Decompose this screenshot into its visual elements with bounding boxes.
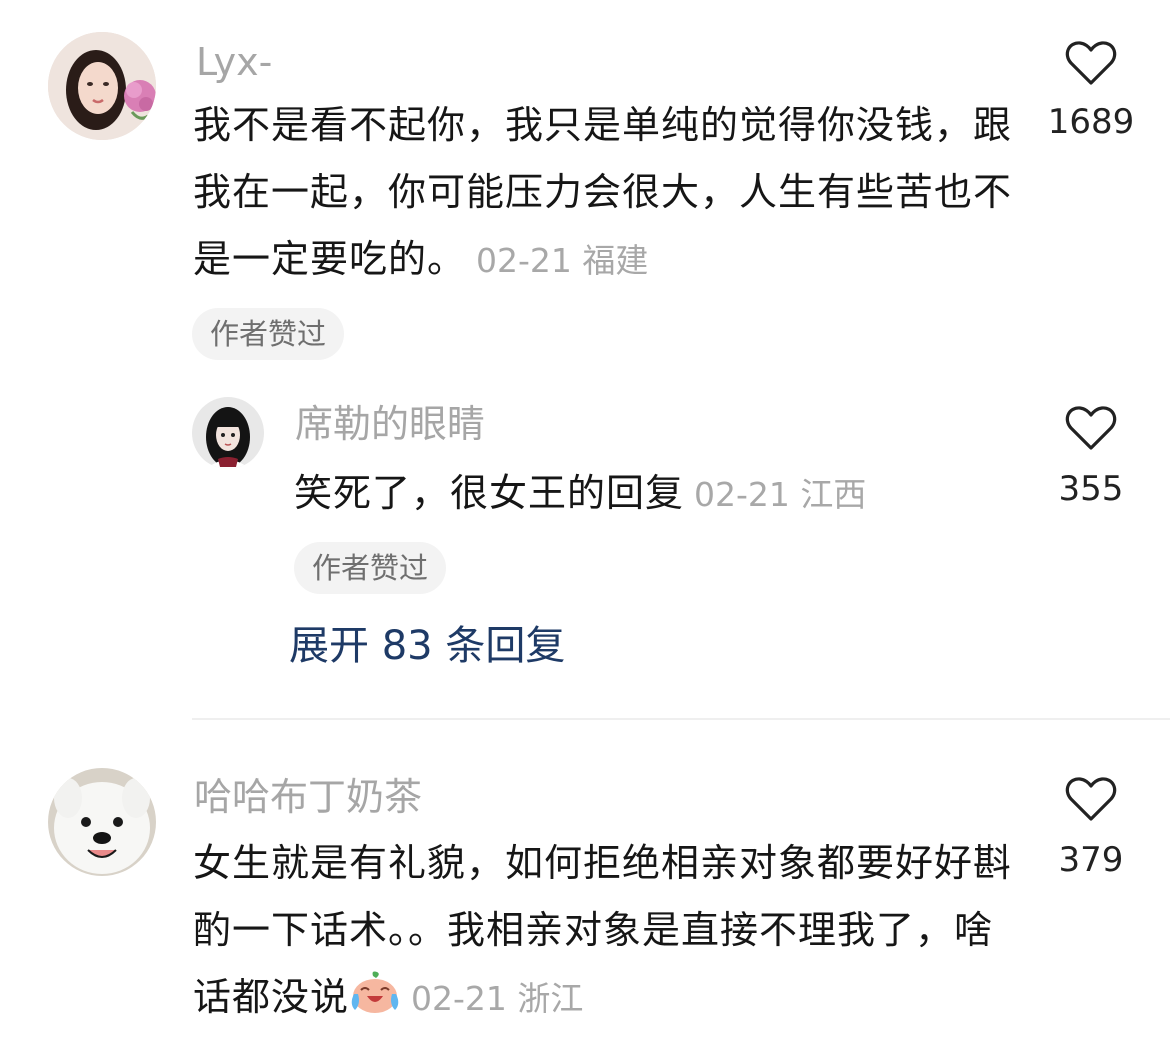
reply-like-count: 355 bbox=[1058, 469, 1124, 509]
comment-location: 福建 bbox=[582, 241, 649, 280]
reply-like-button[interactable]: 355 bbox=[1031, 405, 1151, 509]
reply-author-liked-badge: 作者赞过 bbox=[294, 542, 447, 594]
avatar[interactable] bbox=[48, 768, 156, 876]
reply-avatar-image bbox=[192, 397, 264, 469]
heart-outline-icon bbox=[1065, 41, 1117, 85]
comment-meta: 02-21 浙江 bbox=[411, 979, 583, 1018]
heart-outline-icon bbox=[1065, 777, 1117, 821]
heart-outline-icon bbox=[1065, 406, 1117, 450]
avatar-image bbox=[48, 768, 156, 876]
comment-location: 浙江 bbox=[517, 979, 584, 1018]
reply-meta: 02-21 江西 bbox=[694, 475, 866, 514]
like-count: 379 bbox=[1058, 840, 1124, 880]
reply-username[interactable]: 席勒的眼睛 bbox=[295, 402, 485, 446]
comment-date: 02-21 bbox=[411, 979, 507, 1018]
expand-replies-link[interactable]: 展开 83 条回复 bbox=[289, 622, 565, 670]
comment-username[interactable]: Lyx- bbox=[196, 40, 272, 84]
comment-meta: 02-21 福建 bbox=[476, 241, 648, 280]
comment-text-block: 我不是看不起你，我只是单纯的觉得你没钱，跟我在一起，你可能压力会很大，人生有些苦… bbox=[193, 92, 1013, 294]
reply-avatar[interactable] bbox=[192, 397, 264, 469]
like-button[interactable]: 379 bbox=[1031, 776, 1151, 880]
reply-text: 笑死了，很女王的回复 bbox=[294, 471, 685, 515]
avatar[interactable] bbox=[48, 32, 156, 140]
comment-text-block: 女生就是有礼貌，如何拒绝相亲对象都要好好斟酌一下话术。。我相亲对象是直接不理我了… bbox=[193, 830, 1013, 1037]
comment-username[interactable]: 哈哈布丁奶茶 bbox=[194, 775, 422, 819]
like-button[interactable]: 1689 bbox=[1031, 40, 1151, 142]
crying-laughing-emoji-icon bbox=[349, 970, 401, 1037]
author-liked-badge: 作者赞过 bbox=[192, 308, 345, 360]
comment-divider bbox=[192, 718, 1170, 720]
like-count: 1689 bbox=[1047, 102, 1135, 142]
reply-date: 02-21 bbox=[694, 475, 790, 514]
comment-date: 02-21 bbox=[476, 241, 572, 280]
reply-text-block: 笑死了，很女王的回复 02-21 江西 bbox=[294, 460, 994, 528]
avatar-image bbox=[48, 32, 156, 140]
reply-location: 江西 bbox=[800, 475, 867, 514]
comment-text: 女生就是有礼貌，如何拒绝相亲对象都要好好斟酌一下话术。。我相亲对象是直接不理我了… bbox=[193, 841, 1013, 1019]
